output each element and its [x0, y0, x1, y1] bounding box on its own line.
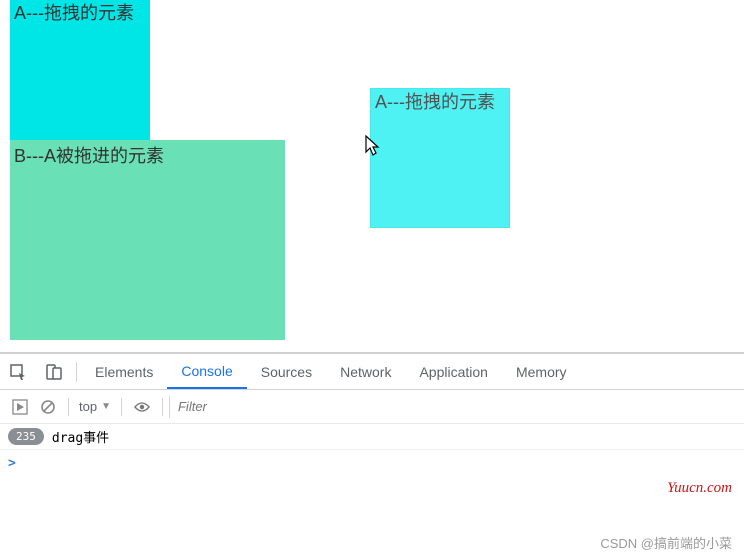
source-link[interactable]: Yuucn.com	[667, 480, 732, 497]
console-output: 235 drag事件 >	[0, 424, 744, 476]
prompt-chevron-icon: >	[8, 456, 16, 471]
device-toolbar-icon[interactable]	[36, 363, 72, 381]
console-log-row[interactable]: 235 drag事件	[0, 424, 744, 450]
chevron-down-icon: ▼	[101, 401, 111, 412]
execution-context-dropdown[interactable]: top ▼	[75, 399, 115, 414]
console-toolbar: top ▼	[0, 390, 744, 424]
tab-application[interactable]: Application	[405, 354, 502, 389]
tab-sources[interactable]: Sources	[247, 354, 326, 389]
console-filter-input[interactable]	[169, 396, 738, 418]
tab-network[interactable]: Network	[326, 354, 405, 389]
play-icon[interactable]	[6, 399, 34, 415]
tab-console[interactable]: Console	[167, 354, 246, 389]
tabs-divider	[76, 362, 77, 382]
live-expression-icon[interactable]	[128, 400, 156, 414]
devtools-panel: Elements Console Sources Network Applica…	[0, 352, 744, 476]
toolbar-divider	[68, 398, 69, 416]
draggable-box-a[interactable]: A---拖拽的元素	[10, 0, 150, 140]
toolbar-divider-3	[162, 398, 163, 416]
console-prompt[interactable]: >	[0, 450, 744, 476]
tab-elements[interactable]: Elements	[81, 354, 167, 389]
devtools-tabs: Elements Console Sources Network Applica…	[0, 354, 744, 390]
clear-console-icon[interactable]	[34, 399, 62, 415]
watermark-text: CSDN @搞前端的小菜	[600, 533, 732, 552]
page-viewport: A---拖拽的元素 B---A被拖进的元素 A---拖拽的元素	[0, 0, 744, 352]
drag-ghost-a: A---拖拽的元素	[370, 88, 510, 228]
execution-context-label: top	[79, 399, 97, 414]
log-message: drag事件	[52, 427, 109, 446]
drop-target-box-b[interactable]: B---A被拖进的元素	[10, 140, 285, 340]
log-count-badge: 235	[8, 428, 44, 445]
toolbar-divider-2	[121, 398, 122, 416]
inspect-element-icon[interactable]	[0, 363, 36, 381]
tab-memory[interactable]: Memory	[502, 354, 581, 389]
